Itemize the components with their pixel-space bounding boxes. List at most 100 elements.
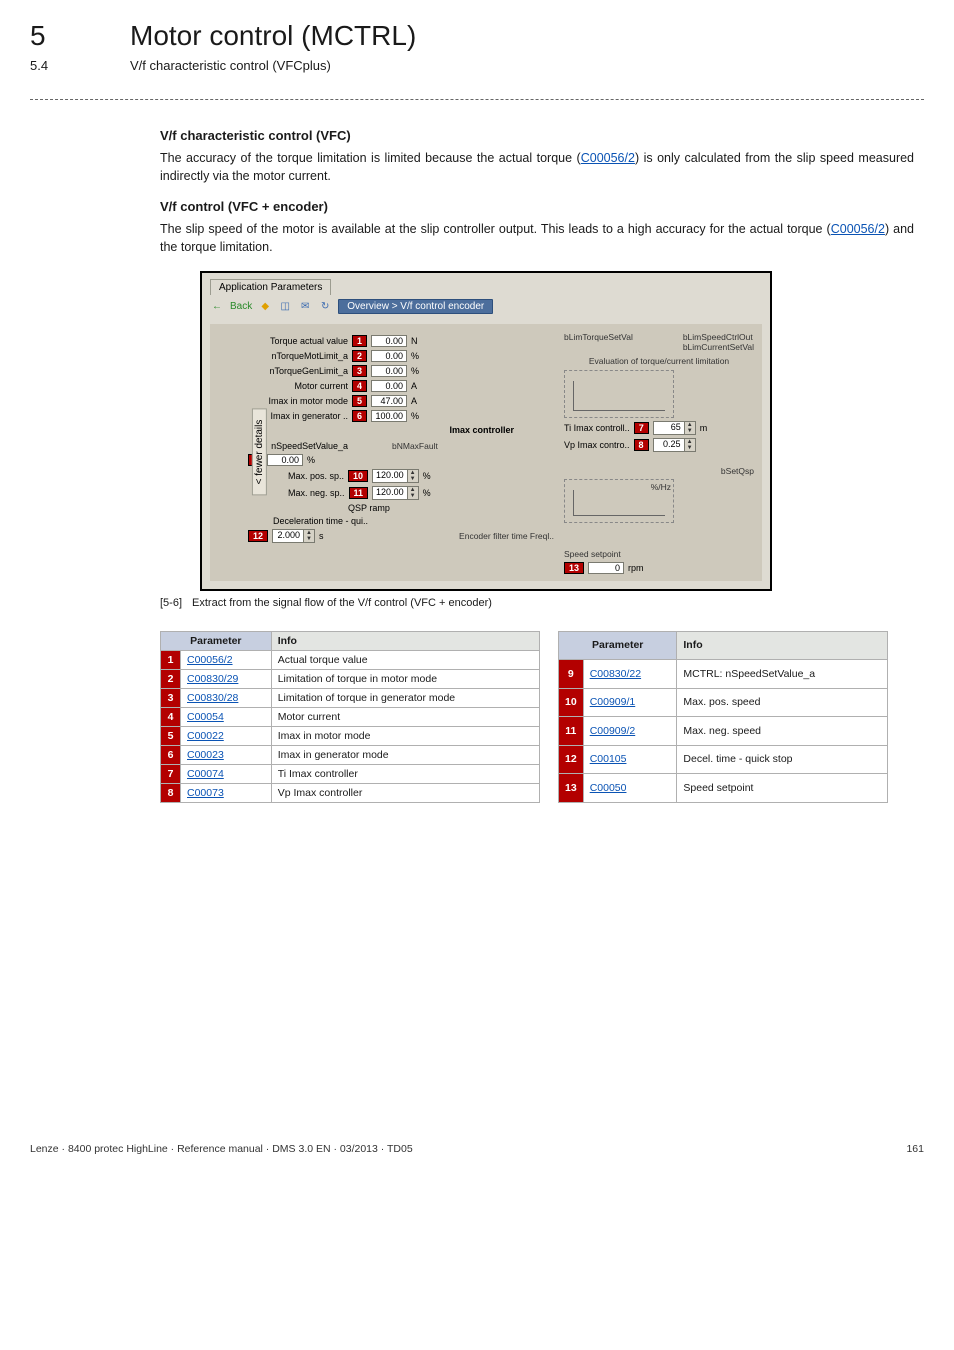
info-cell: Ti Imax controller xyxy=(271,764,539,783)
mail-icon[interactable]: ✉ xyxy=(298,299,312,313)
param-link[interactable]: C00023 xyxy=(187,749,224,761)
th-info: Info xyxy=(677,631,888,660)
breadcrumb[interactable]: Overview > V/f control encoder xyxy=(338,299,493,314)
param-cell: C00830/22 xyxy=(583,660,677,689)
param-link[interactable]: C00056/2 xyxy=(831,222,885,236)
decel-spinner[interactable]: 2.000▲▼ xyxy=(272,529,315,543)
info-cell: Motor current xyxy=(271,707,539,726)
unit: N xyxy=(411,336,418,346)
page-number: 161 xyxy=(906,1143,924,1155)
footer-text: Lenze · 8400 protec HighLine · Reference… xyxy=(30,1143,413,1155)
table-row: 2C00830/29Limitation of torque in motor … xyxy=(161,669,540,688)
info-cell: Imax in motor mode xyxy=(271,726,539,745)
imax-gen-value: 100.00 xyxy=(371,410,407,422)
row-number: 5 xyxy=(161,726,181,745)
row-number: 12 xyxy=(559,745,584,774)
param-cell: C00909/2 xyxy=(583,717,677,746)
row-number: 3 xyxy=(161,688,181,707)
table-row: 3C00830/28Limitation of torque in genera… xyxy=(161,688,540,707)
diamond-icon[interactable]: ◆ xyxy=(258,299,272,313)
info-cell: MCTRL: nSpeedSetValue_a xyxy=(677,660,888,689)
label: nTorqueGenLimit_a xyxy=(248,366,348,376)
param-link[interactable]: C00830/29 xyxy=(187,673,238,685)
bspeed1-tag: bLimSpeedCtrlOut xyxy=(683,332,754,342)
speed-setpoint-label: Speed setpoint xyxy=(564,549,621,559)
refresh-icon[interactable]: ↻ xyxy=(318,299,332,313)
bnmax-tag: bNMaxFault xyxy=(392,441,438,451)
param-link[interactable]: C00022 xyxy=(187,730,224,742)
toolbar: ← Back ◆ ◫ ✉ ↻ Overview > V/f control en… xyxy=(202,295,770,318)
mini-graph-qsp: %/Hz xyxy=(564,479,674,523)
param-link[interactable]: C00073 xyxy=(187,787,224,799)
row-number: 13 xyxy=(559,774,584,803)
label: Motor current xyxy=(248,381,348,391)
figure-id: [5-6] xyxy=(160,597,182,609)
btorq-tag: bLimTorqueSetVal xyxy=(564,332,633,352)
ntorq-mot-value: 0.00 xyxy=(371,350,407,362)
badge-3: 3 xyxy=(352,365,367,377)
info-cell: Imax in generator mode xyxy=(271,745,539,764)
unit: rpm xyxy=(628,563,644,573)
maxpos-spinner[interactable]: 120.00▲▼ xyxy=(372,469,419,483)
param-link[interactable]: C00830/28 xyxy=(187,692,238,704)
text: The accuracy of the torque limitation is… xyxy=(160,151,581,165)
unit: % xyxy=(307,455,315,465)
bsetqsp-tag: bSetQsp xyxy=(721,466,754,476)
table-row: 6 C00023 Imax in generator mode xyxy=(161,745,540,764)
info-cell: Max. pos. speed xyxy=(677,688,888,717)
param-link[interactable]: C00909/2 xyxy=(590,725,636,737)
label: Deceleration time - qui.. xyxy=(248,516,368,526)
param-link[interactable]: C00050 xyxy=(590,782,627,794)
param-link[interactable]: C00830/22 xyxy=(590,668,641,680)
table-row: 8C00073Vp Imax controller xyxy=(161,783,540,802)
badge-6: 6 xyxy=(352,410,367,422)
param-cell: C00830/29 xyxy=(181,669,272,688)
badge-4: 4 xyxy=(352,380,367,392)
app-screenshot: Application Parameters ← Back ◆ ◫ ✉ ↻ Ov… xyxy=(200,271,772,591)
param-link[interactable]: C00056/2 xyxy=(187,654,233,666)
back-label[interactable]: Back xyxy=(230,301,252,312)
vfc-heading: V/f characteristic control (VFC) xyxy=(160,128,914,143)
tab-application-parameters[interactable]: Application Parameters xyxy=(210,279,331,295)
param-link[interactable]: C00056/2 xyxy=(581,151,635,165)
text: The slip speed of the motor is available… xyxy=(160,222,831,236)
param-link[interactable]: C00105 xyxy=(590,753,627,765)
param-cell: C00909/1 xyxy=(583,688,677,717)
param-link[interactable]: C00054 xyxy=(187,711,224,723)
table-row: 7C00074Ti Imax controller xyxy=(161,764,540,783)
param-link[interactable]: C00074 xyxy=(187,768,224,780)
row-number: 6 xyxy=(161,745,181,764)
unit: A xyxy=(411,381,417,391)
unit: % xyxy=(411,411,419,421)
info-cell: Limitation of torque in motor mode xyxy=(271,669,539,688)
imax-mot-value: 47.00 xyxy=(371,395,407,407)
parameter-tables: Parameter Info 1C00056/2Actual torque va… xyxy=(160,631,914,803)
badge-10: 10 xyxy=(348,470,368,482)
divider xyxy=(30,99,924,100)
unit: % xyxy=(411,351,419,361)
row-number: 10 xyxy=(559,688,584,717)
badge-5: 5 xyxy=(352,395,367,407)
ti-spinner[interactable]: 65▲▼ xyxy=(653,421,696,435)
param-cell: C00056/2 xyxy=(181,650,272,669)
maxneg-spinner[interactable]: 120.00▲▼ xyxy=(372,486,419,500)
badge-13: 13 xyxy=(564,562,584,574)
info-cell: Speed setpoint xyxy=(677,774,888,803)
unit: m xyxy=(700,423,708,433)
eval-label: Evaluation of torque/current limitation xyxy=(589,356,729,366)
param-link[interactable]: C00909/1 xyxy=(590,696,636,708)
window-icon[interactable]: ◫ xyxy=(278,299,292,313)
table-row: 5 C00022 Imax in motor mode xyxy=(161,726,540,745)
chapter-number: 5 xyxy=(30,20,130,52)
unit: s xyxy=(319,531,324,541)
param-cell: C00022 xyxy=(181,726,272,745)
vfcenc-paragraph: The slip speed of the motor is available… xyxy=(160,220,914,256)
vp-spinner[interactable]: 0.25▲▼ xyxy=(653,438,696,452)
back-arrow-icon[interactable]: ← xyxy=(210,299,224,313)
table-row: 12C00105Decel. time - quick stop xyxy=(559,745,888,774)
param-cell: C00073 xyxy=(181,783,272,802)
label: Imax in motor mode xyxy=(248,396,348,406)
table-row: 4C00054Motor current xyxy=(161,707,540,726)
info-cell: Vp Imax controller xyxy=(271,783,539,802)
fewer-details-toggle[interactable]: < fewer details xyxy=(252,409,267,496)
